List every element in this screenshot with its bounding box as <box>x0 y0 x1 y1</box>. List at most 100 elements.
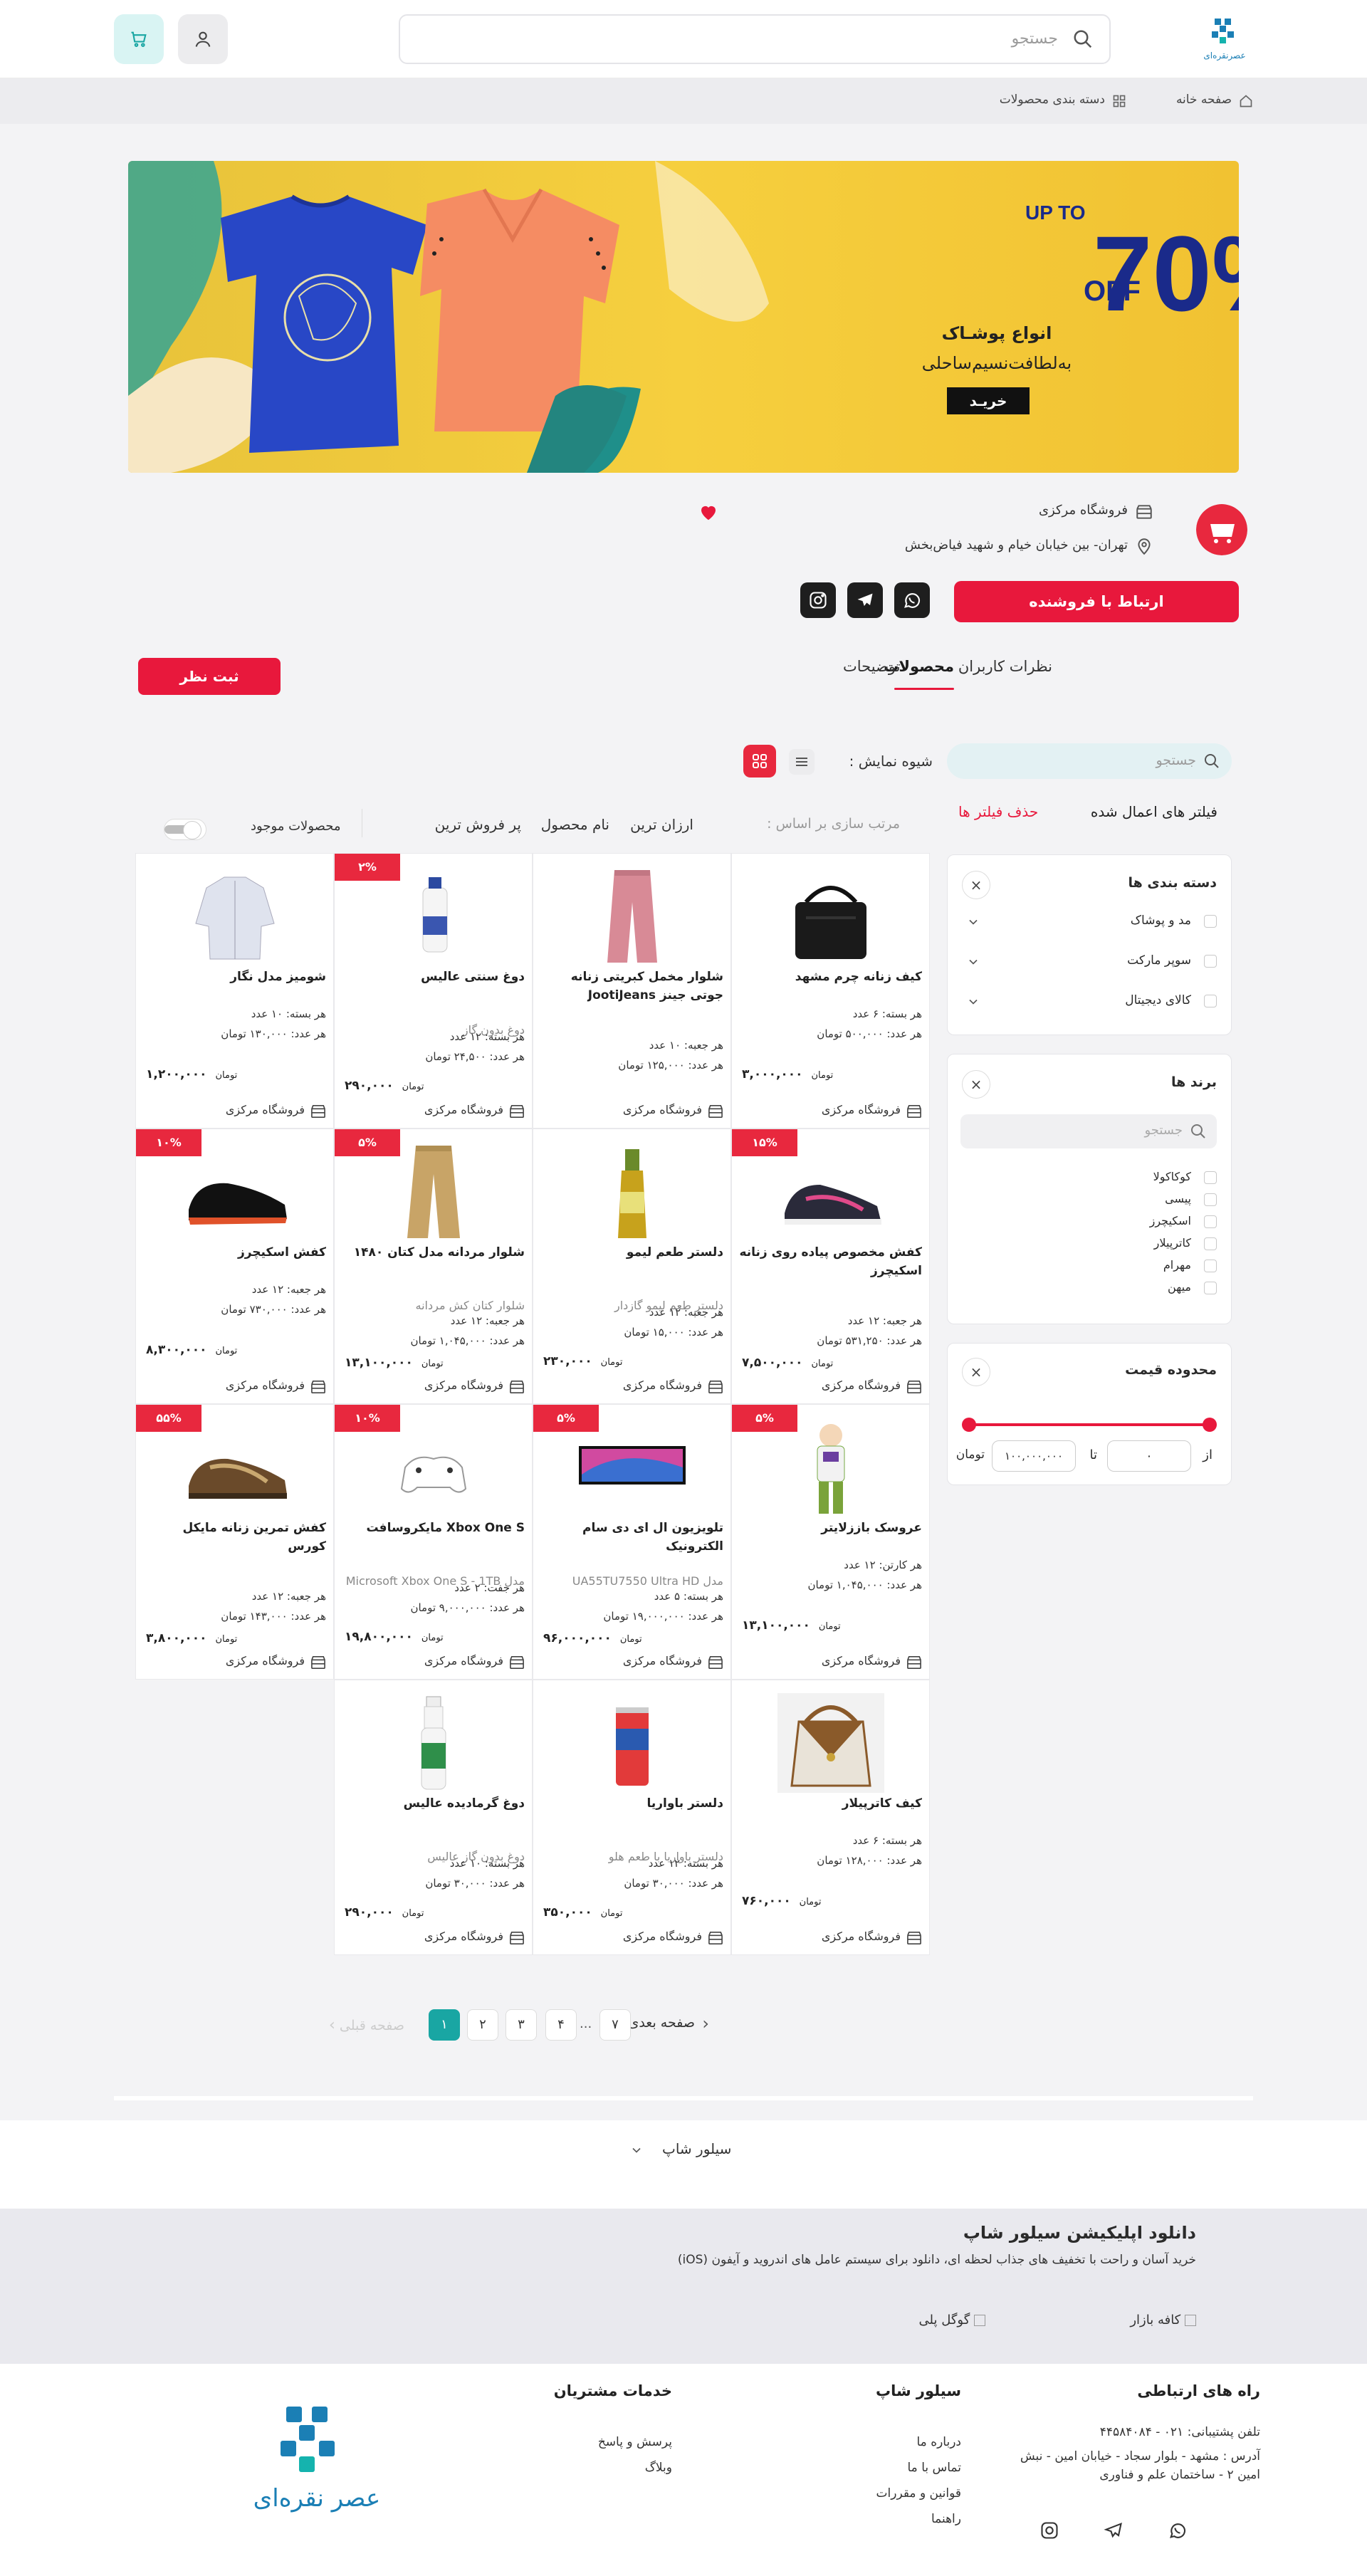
page-4[interactable]: ۴ <box>545 2009 577 2041</box>
category-checkbox[interactable] <box>1204 915 1217 928</box>
product-card[interactable]: دلستر باواریا دلستر باواریا با طعم هلو هر … <box>533 1680 731 1955</box>
brand-label[interactable]: پیسی <box>1165 1192 1191 1205</box>
page-7[interactable]: ۷ <box>599 2009 631 2041</box>
product-store[interactable]: فروشگاه مرکزی <box>623 1103 723 1118</box>
product-name[interactable]: شلوار مردانه مدل کتان ۱۴۸۰ <box>340 1243 525 1262</box>
brand-collapse-toggle[interactable]: سیلور شاپ <box>662 2140 731 2157</box>
tab-reviews[interactable]: نظرات کاربران <box>958 658 1052 675</box>
product-name[interactable]: عروسک باززلایتر <box>737 1519 922 1537</box>
product-name[interactable]: دوغ گرمادیده عالیس <box>340 1794 525 1813</box>
close-categories-button[interactable]: × <box>962 871 990 899</box>
favorite-heart-icon[interactable] <box>698 501 719 523</box>
footer-shop-link[interactable]: راهنما <box>931 2512 961 2526</box>
product-store[interactable]: فروشگاه مرکزی <box>424 1378 525 1393</box>
grid-view-button[interactable] <box>743 745 776 777</box>
product-image[interactable] <box>565 1418 700 1517</box>
price-from-input[interactable]: ۰ <box>1107 1440 1191 1472</box>
product-card[interactable]: ۱۵% کفش مخصوص پیاده روی زنانه اسکیچرز هر ج… <box>731 1129 930 1404</box>
product-card[interactable]: شلوار مخمل کبریتی زنانه جوتی جینز JootiJ… <box>533 853 731 1129</box>
product-card[interactable]: دلستر طعم لیمو دلستر طعم لیمو گازدار هر جع… <box>533 1129 731 1404</box>
product-image[interactable] <box>167 1142 303 1242</box>
next-page-link[interactable]: ‹ صفحه بعدی <box>628 2014 709 2033</box>
product-image[interactable] <box>366 1693 501 1793</box>
product-card[interactable]: دوغ گرمادیده عالیس دوغ بدون گاز عالیس هر ب… <box>334 1680 533 1955</box>
telegram-icon[interactable] <box>1104 2520 1124 2540</box>
price-to-input[interactable]: ۱۰۰,۰۰۰,۰۰۰ <box>992 1440 1076 1472</box>
product-store[interactable]: فروشگاه مرکزی <box>226 1103 326 1118</box>
chevron-down-icon[interactable] <box>966 915 980 929</box>
product-image[interactable] <box>366 1142 501 1242</box>
product-name[interactable]: شلوار مخمل کبریتی زنانه جوتی جینز JootiJ… <box>538 968 723 1005</box>
product-card[interactable]: ۵% عروسک باززلایتر هر کارتن: ۱۲ عدد هر عدد:… <box>731 1404 930 1680</box>
product-store[interactable]: فروشگاه مرکزی <box>822 1378 922 1393</box>
product-image[interactable] <box>565 1693 700 1793</box>
brand-search-input[interactable]: جستجو <box>960 1114 1217 1148</box>
product-image[interactable] <box>167 866 303 966</box>
page-3[interactable]: ۳ <box>506 2009 537 2041</box>
prev-page-link[interactable]: صفحه قبلی › <box>329 2016 404 2034</box>
sort-bestseller[interactable]: پر فروش ترین <box>435 816 521 833</box>
product-store[interactable]: فروشگاه مرکزی <box>623 1930 723 1944</box>
category-label[interactable]: سوپر مارکت <box>1127 953 1191 968</box>
product-store[interactable]: فروشگاه مرکزی <box>226 1378 326 1393</box>
product-name[interactable]: دلستر طعم لیمو <box>538 1243 723 1262</box>
footer-shop-link[interactable]: درباره ما <box>917 2435 962 2449</box>
contact-seller-button[interactable]: ارتباط با فروشنده <box>954 581 1239 622</box>
price-range-max-handle[interactable] <box>1203 1418 1217 1432</box>
product-store[interactable]: فروشگاه مرکزی <box>424 1930 525 1944</box>
breadcrumb-home[interactable]: صفحه خانه <box>1176 93 1232 107</box>
whatsapp-button[interactable] <box>894 582 930 618</box>
product-card[interactable]: ۵۵% کفش تمرین زنانه مایکل کورس هر جعبه: ۱۲… <box>135 1404 334 1680</box>
product-store[interactable]: فروشگاه مرکزی <box>822 1930 922 1944</box>
clear-filters-link[interactable]: حذف فیلتر ها <box>958 803 1038 820</box>
chevron-down-icon[interactable] <box>966 955 980 969</box>
product-store[interactable]: فروشگاه مرکزی <box>623 1654 723 1669</box>
submit-review-button[interactable]: ثبت نظر <box>138 658 281 695</box>
brand-checkbox[interactable] <box>1204 1193 1217 1206</box>
footer-logo[interactable]: عصر نقره‌ای <box>249 2399 384 2520</box>
product-name[interactable]: کفش تمرین زنانه مایکل کورس <box>141 1519 326 1556</box>
brand-label[interactable]: کاترپیلار <box>1154 1236 1191 1250</box>
product-name[interactable]: شومیز مدل نگار <box>141 968 326 986</box>
cafebazaar-badge[interactable]: کافه بازار <box>1130 2313 1196 2334</box>
product-name[interactable]: کیف زنانه چرم مشهد <box>737 968 922 986</box>
filter-search-input[interactable]: جستجو <box>947 743 1232 779</box>
product-image[interactable] <box>763 1142 899 1242</box>
product-card[interactable]: شومیز مدل نگار هر بسته: ۱۰ عدد هر عدد: ۱۳۰… <box>135 853 334 1129</box>
search-input[interactable]: جستجو <box>399 14 1111 64</box>
footer-service-link[interactable]: وبلاگ <box>645 2461 672 2475</box>
brand-label[interactable]: میهن <box>1168 1280 1191 1294</box>
whatsapp-icon[interactable] <box>1168 2520 1188 2540</box>
product-image[interactable] <box>763 1418 899 1517</box>
product-image[interactable] <box>763 1693 899 1793</box>
product-name[interactable]: دلستر باواریا <box>538 1794 723 1813</box>
product-store[interactable]: فروشگاه مرکزی <box>822 1103 922 1118</box>
footer-shop-link[interactable]: تماس با ما <box>908 2461 962 2475</box>
in-stock-toggle[interactable] <box>164 819 206 840</box>
googleplay-badge[interactable]: گوگل پلی <box>919 2313 985 2334</box>
page-1[interactable]: ۱ <box>429 2009 460 2041</box>
telegram-button[interactable] <box>847 582 883 618</box>
product-image[interactable] <box>565 1142 700 1242</box>
cart-button[interactable] <box>114 14 164 64</box>
product-name[interactable]: کفش مخصوص پیاده روی زنانه اسکیچرز <box>737 1243 922 1280</box>
brand-checkbox[interactable] <box>1204 1260 1217 1272</box>
user-button[interactable] <box>178 14 228 64</box>
footer-shop-link[interactable]: قوانین و مقررات <box>876 2486 961 2501</box>
chevron-down-icon[interactable] <box>629 2143 644 2157</box>
product-card[interactable]: ۲% دوغ سنتی عالیس دوغ بدون گاز هر بسته: ۱۲ … <box>334 853 533 1129</box>
product-name[interactable]: کیف کاترپیلار <box>737 1794 922 1813</box>
product-card[interactable]: ۱۰% کفش اسکیچرز هر جعبه: ۱۲ عدد هر عدد: ۷۳۰… <box>135 1129 334 1404</box>
product-store[interactable]: فروشگاه مرکزی <box>424 1654 525 1669</box>
brand-checkbox[interactable] <box>1204 1237 1217 1250</box>
instagram-icon[interactable] <box>1039 2520 1059 2540</box>
brand-checkbox[interactable] <box>1204 1282 1217 1294</box>
logo[interactable]: عصرنقره‌ای <box>1196 16 1253 63</box>
product-store[interactable]: فروشگاه مرکزی <box>822 1654 922 1669</box>
sort-name[interactable]: نام محصول <box>541 816 609 833</box>
product-store[interactable]: فروشگاه مرکزی <box>424 1103 525 1118</box>
category-label[interactable]: کالای دیجیتال <box>1125 993 1191 1007</box>
brand-checkbox[interactable] <box>1204 1215 1217 1228</box>
page-2[interactable]: ۲ <box>467 2009 498 2041</box>
brand-label[interactable]: مهرام <box>1163 1258 1191 1272</box>
